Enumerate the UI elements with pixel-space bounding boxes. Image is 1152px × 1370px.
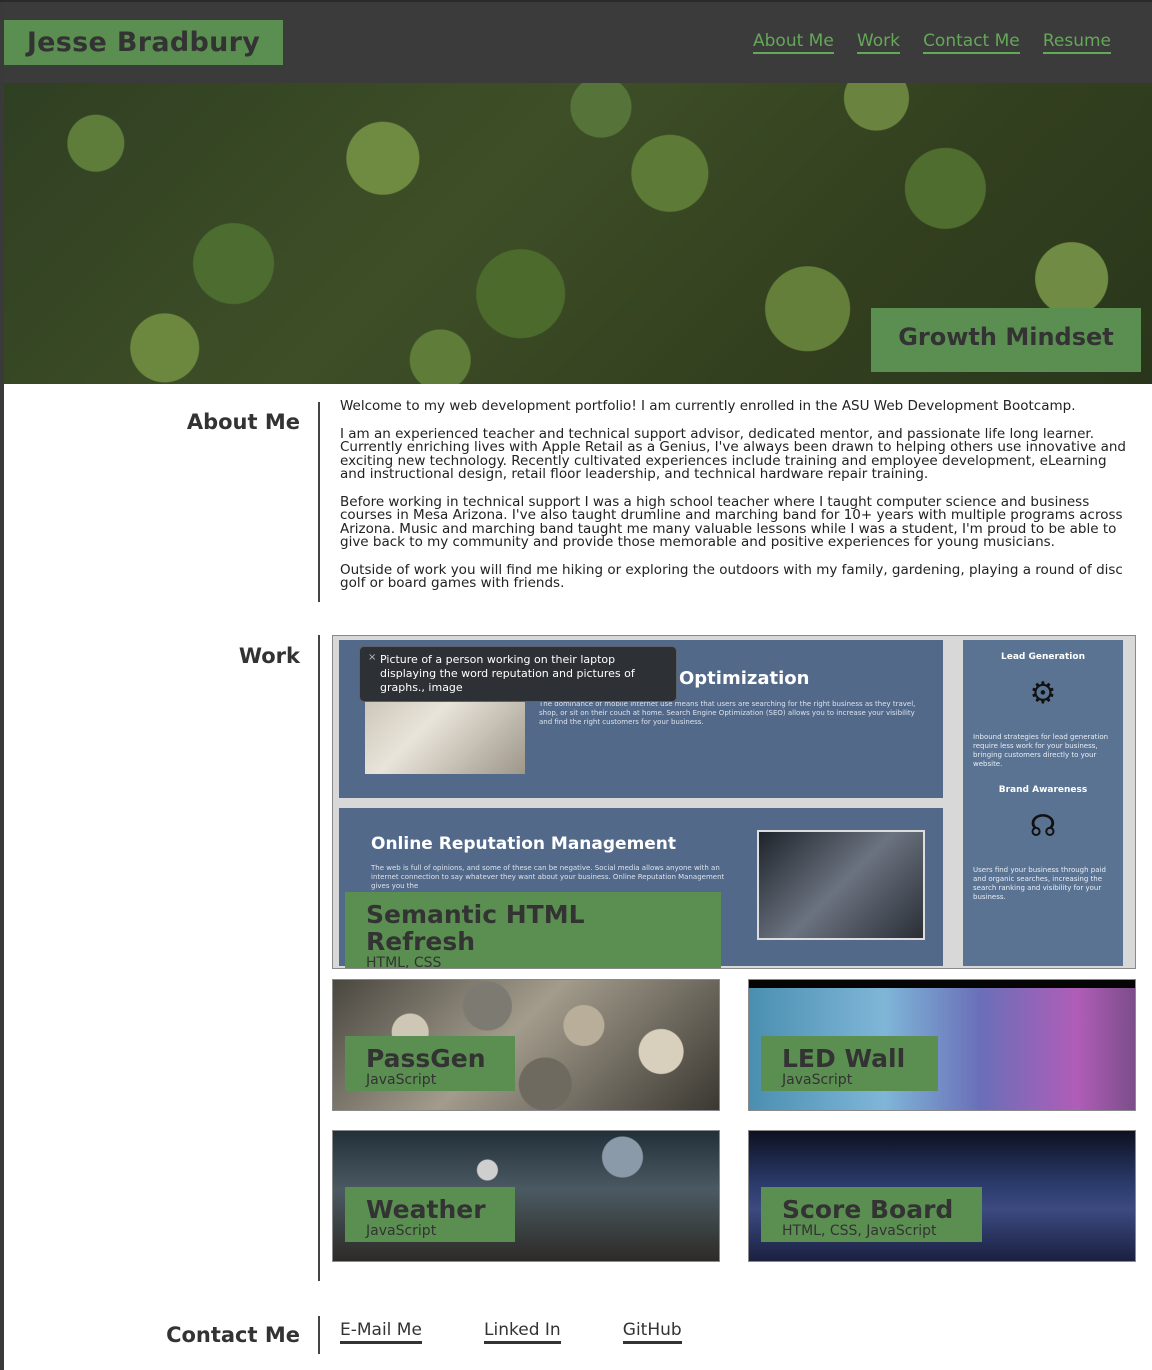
project-tech: HTML, CSS, JavaScript: [782, 1223, 937, 1239]
broadcast-person-icon: ☊: [1029, 809, 1057, 844]
work-divider: [318, 635, 320, 1281]
contact-section: Contact Me E-Mail Me Linked In GitHub: [4, 1310, 1152, 1365]
hero-badge: Growth Mindset: [871, 308, 1141, 372]
github-link[interactable]: GitHub: [622, 1320, 682, 1344]
screenshot-sidebar: Lead Generation ⚙ Inbound strategies for…: [963, 640, 1123, 966]
project-label: Weather JavaScript: [345, 1187, 515, 1242]
project-title: PassGen: [366, 1044, 486, 1073]
project-title: Weather: [366, 1195, 486, 1224]
project-tech: HTML, CSS: [366, 955, 442, 969]
nav-link-contact[interactable]: Contact Me: [923, 31, 1020, 54]
project-label: PassGen JavaScript: [345, 1036, 515, 1091]
about-divider: [318, 402, 320, 602]
lead-generation-text: Inbound strategies for lead generation r…: [973, 733, 1109, 768]
email-link[interactable]: E-Mail Me: [340, 1320, 422, 1344]
brand-awareness-text: Users find your business through paid an…: [973, 866, 1106, 901]
project-label: LED Wall JavaScript: [761, 1036, 938, 1091]
image-alt-tooltip: × Picture of a person working on their l…: [359, 646, 677, 702]
project-card-weather[interactable]: Weather JavaScript: [332, 1130, 720, 1262]
seo-heading: Optimization: [679, 668, 810, 689]
about-paragraph: Outside of work you will find me hiking …: [340, 561, 1123, 591]
reputation-heading: Online Reputation Management: [371, 834, 677, 854]
brand-awareness-heading: Brand Awareness: [998, 785, 1088, 795]
project-card-semantic-html[interactable]: Optimization The dominance of mobile int…: [332, 635, 1136, 969]
project-title: Score Board: [782, 1195, 954, 1224]
project-tech: JavaScript: [782, 1072, 853, 1088]
lead-generation-heading: Lead Generation: [1001, 652, 1085, 662]
about-section: About Me Welcome to my web development p…: [4, 384, 1152, 614]
seo-text: The dominance of mobile internet use mea…: [539, 700, 916, 726]
about-paragraph: I am an experienced teacher and technica…: [340, 425, 1126, 482]
tooltip-text: Picture of a person working on their lap…: [380, 653, 635, 694]
project-card-score-board[interactable]: Score Board HTML, CSS, JavaScript: [748, 1130, 1136, 1262]
project-tech: JavaScript: [366, 1072, 437, 1088]
project-label: Score Board HTML, CSS, JavaScript: [761, 1187, 982, 1242]
site-title[interactable]: Jesse Bradbury: [4, 20, 283, 65]
project-title: Semantic HTML Refresh: [366, 900, 585, 956]
project-tech: JavaScript: [366, 1223, 437, 1239]
project-card-led-wall[interactable]: LED Wall JavaScript: [748, 979, 1136, 1111]
hero-banner: Growth Mindset: [4, 83, 1152, 384]
linkedin-link[interactable]: Linked In: [484, 1320, 561, 1344]
main-nav: About Me Work Contact Me Resume: [735, 31, 1111, 54]
contact-links: E-Mail Me Linked In GitHub: [340, 1320, 739, 1344]
about-text: Welcome to my web development portfolio!…: [340, 398, 1132, 605]
contact-divider: [318, 1316, 320, 1354]
close-icon[interactable]: ×: [368, 651, 376, 665]
project-title: LED Wall: [782, 1044, 906, 1073]
about-paragraph: Welcome to my web development portfolio!…: [340, 398, 1076, 414]
reputation-text: The web is full of opinions, and some of…: [371, 864, 725, 890]
screenshot-panel-seo: Optimization The dominance of mobile int…: [339, 640, 943, 798]
about-title: About Me: [186, 410, 300, 434]
site-header: Jesse Bradbury About Me Work Contact Me …: [4, 2, 1152, 84]
funnel-icon: ⚙: [1029, 676, 1057, 711]
project-card-passgen[interactable]: PassGen JavaScript: [332, 979, 720, 1111]
nav-link-about[interactable]: About Me: [753, 31, 834, 54]
contact-title: Contact Me: [166, 1323, 300, 1347]
work-title: Work: [238, 644, 300, 668]
laptop-photo: [757, 830, 925, 940]
nav-link-work[interactable]: Work: [856, 31, 900, 54]
nav-link-resume[interactable]: Resume: [1042, 31, 1111, 54]
project-label: Semantic HTML Refresh HTML, CSS: [345, 892, 721, 969]
about-paragraph: Before working in technical support I wa…: [340, 493, 1123, 550]
